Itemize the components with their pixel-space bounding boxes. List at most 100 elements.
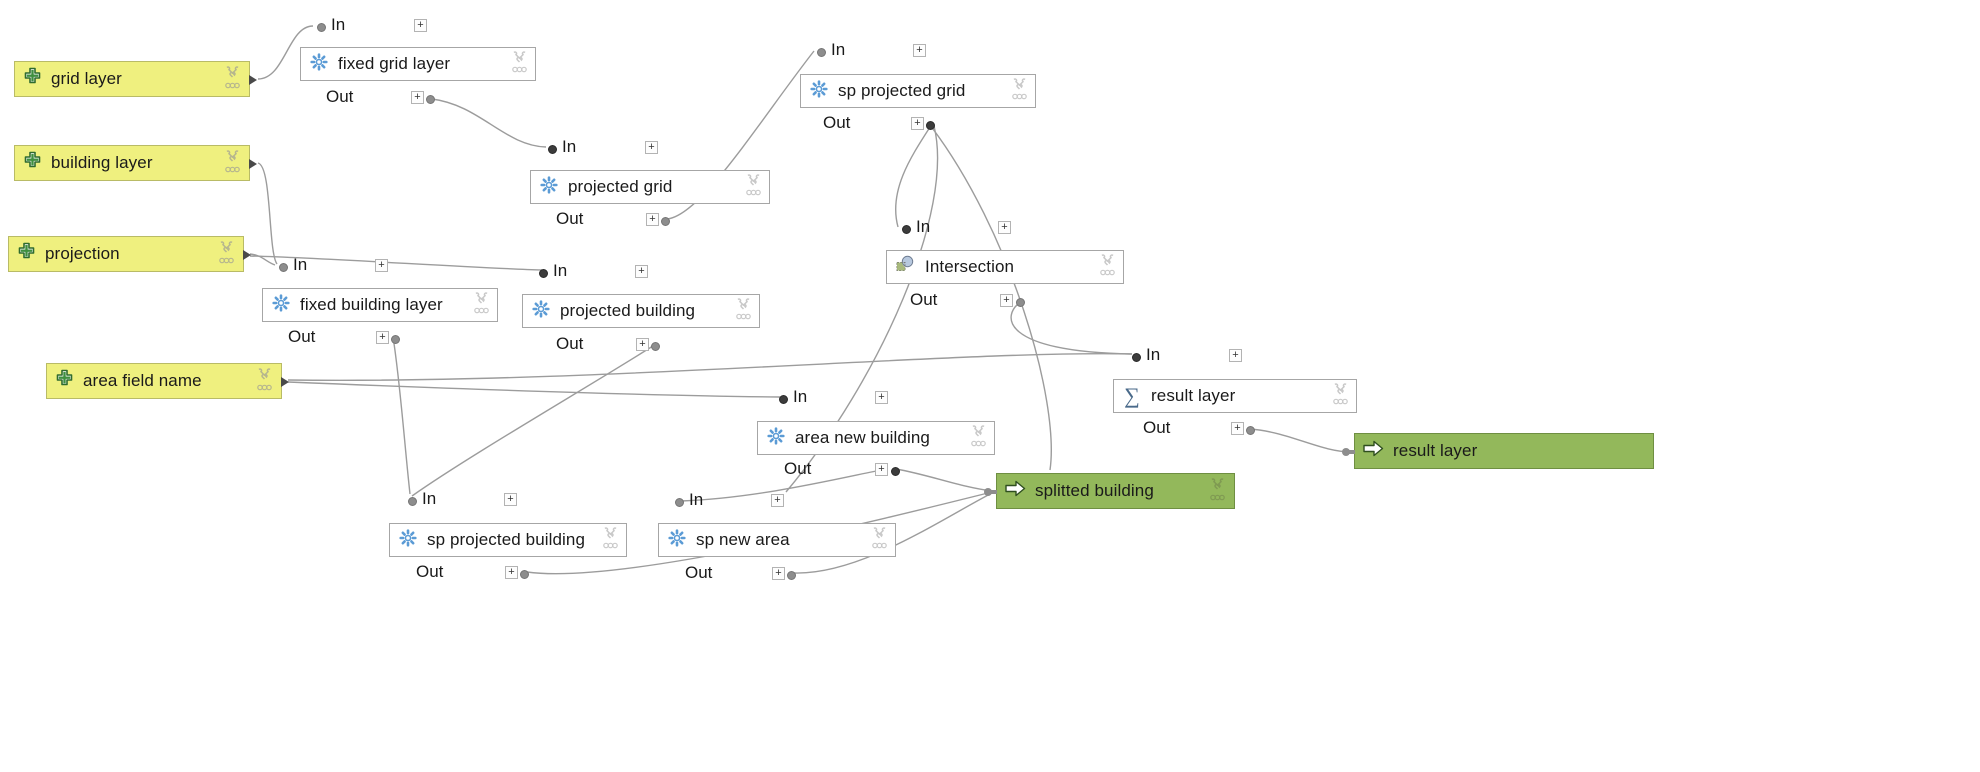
add-parameter-icon [55,369,74,393]
in-port-dot[interactable] [779,395,788,404]
in-port-dot[interactable] [408,497,417,506]
in-port-dot[interactable] [675,498,684,507]
intersection-icon [896,255,915,279]
out-port-dot[interactable] [1016,298,1025,307]
algorithm-result-layer[interactable]: ∑ result layer [1113,379,1357,413]
algorithm-intersection[interactable]: Intersection [886,250,1124,284]
expand-in-button[interactable]: + [913,44,926,57]
algorithm-fixed-grid-layer[interactable]: fixed grid layer [300,47,536,81]
box-handles[interactable] [512,50,530,79]
output-result-layer[interactable]: result layer [1342,433,1654,469]
out-port-dot[interactable] [661,217,670,226]
algorithm-sp-projected-building[interactable]: sp projected building [389,523,627,557]
algorithm-sp-projected-grid[interactable]: sp projected grid [800,74,1036,108]
in-port-dot[interactable] [902,225,911,234]
options-dots-icon[interactable] [225,76,240,94]
parameter-building-layer[interactable]: building layer [14,145,257,181]
in-port-label: In [331,15,346,34]
expand-out-button[interactable]: + [505,566,518,579]
expand-in-button[interactable]: + [645,141,658,154]
out-port-dot[interactable] [891,467,900,476]
algorithm-projected-building[interactable]: projected building [522,294,760,328]
expand-out-button[interactable]: + [1231,422,1244,435]
out-port-dot[interactable] [1246,426,1255,435]
out-port-dot[interactable] [651,342,660,351]
expand-out-button[interactable]: + [411,91,424,104]
box-handles[interactable] [219,240,237,270]
parameter-area-field-name[interactable]: area field name [46,363,289,399]
box-handles[interactable] [1210,477,1228,507]
box-handles[interactable] [225,149,243,179]
options-dots-icon[interactable] [872,536,887,554]
in-port-dot[interactable] [279,263,288,272]
options-dots-icon[interactable] [1012,87,1027,105]
box-handles[interactable] [1012,77,1030,106]
expand-out-button[interactable]: + [636,338,649,351]
expand-in-button[interactable]: + [998,221,1011,234]
parameter-label: building layer [51,153,153,172]
options-dots-icon[interactable] [603,536,618,554]
expand-in-button[interactable]: + [375,259,388,272]
expand-out-button[interactable]: + [1000,294,1013,307]
options-dots-icon[interactable] [257,378,272,396]
parameter-projection[interactable]: projection [8,236,251,272]
in-port-dot[interactable] [548,145,557,154]
box-handles[interactable] [736,297,754,326]
box-handles[interactable] [225,65,243,95]
box-handles[interactable] [603,526,621,555]
in-port-dot[interactable] [1132,353,1141,362]
algorithm-sp-new-area[interactable]: sp new area [658,523,896,557]
output-splitted-building[interactable]: splitted building [984,473,1235,509]
options-dots-icon[interactable] [1210,488,1225,506]
add-parameter-icon [23,151,42,175]
in-port-label: In [793,387,808,406]
model-canvas[interactable]: grid layer building layer projection are… [0,0,1980,772]
in-port-dot[interactable] [817,48,826,57]
algorithm-label: sp new area [696,530,790,549]
box-handles[interactable] [872,526,890,555]
expand-out-button[interactable]: + [875,463,888,476]
options-dots-icon[interactable] [225,160,240,178]
gear-icon [399,528,417,552]
expand-in-button[interactable]: + [414,19,427,32]
options-dots-icon[interactable] [512,60,527,78]
options-dots-icon[interactable] [474,301,489,319]
in-port-label: In [422,489,437,508]
options-dots-icon[interactable] [1333,392,1348,410]
options-dots-icon[interactable] [746,183,761,201]
box-handles[interactable] [971,424,989,453]
options-dots-icon[interactable] [1100,263,1115,281]
options-dots-icon[interactable] [219,251,234,269]
box-handles[interactable] [746,173,764,202]
expand-in-button[interactable]: + [504,493,517,506]
out-port-dot[interactable] [391,335,400,344]
in-port-dot[interactable] [539,269,548,278]
options-dots-icon[interactable] [971,434,986,452]
output-nub [249,159,257,169]
expand-in-button[interactable]: + [771,494,784,507]
expand-in-button[interactable]: + [1229,349,1242,362]
out-port-dot[interactable] [426,95,435,104]
box-handles[interactable] [1333,382,1351,411]
box-handles[interactable] [1100,253,1118,282]
expand-in-button[interactable]: + [875,391,888,404]
algorithm-projected-grid[interactable]: projected grid [530,170,770,204]
out-port-dot[interactable] [926,121,935,130]
algorithm-fixed-building-layer[interactable]: fixed building layer [262,288,498,322]
out-port-label: Out [1143,418,1171,437]
parameter-grid-layer[interactable]: grid layer [14,61,257,97]
out-port-dot[interactable] [520,570,529,579]
box-handles[interactable] [257,367,275,397]
box-handles[interactable] [474,291,492,320]
options-dots-icon[interactable] [736,307,751,325]
algorithm-area-new-building[interactable]: area new building [757,421,995,455]
expand-out-button[interactable]: + [911,117,924,130]
expand-out-button[interactable]: + [772,567,785,580]
in-port-dot[interactable] [317,23,326,32]
out-port-label: Out [823,113,851,132]
expand-out-button[interactable]: + [376,331,389,344]
expand-in-button[interactable]: + [635,265,648,278]
out-port-label: Out [784,459,812,478]
expand-out-button[interactable]: + [646,213,659,226]
out-port-dot[interactable] [787,571,796,580]
